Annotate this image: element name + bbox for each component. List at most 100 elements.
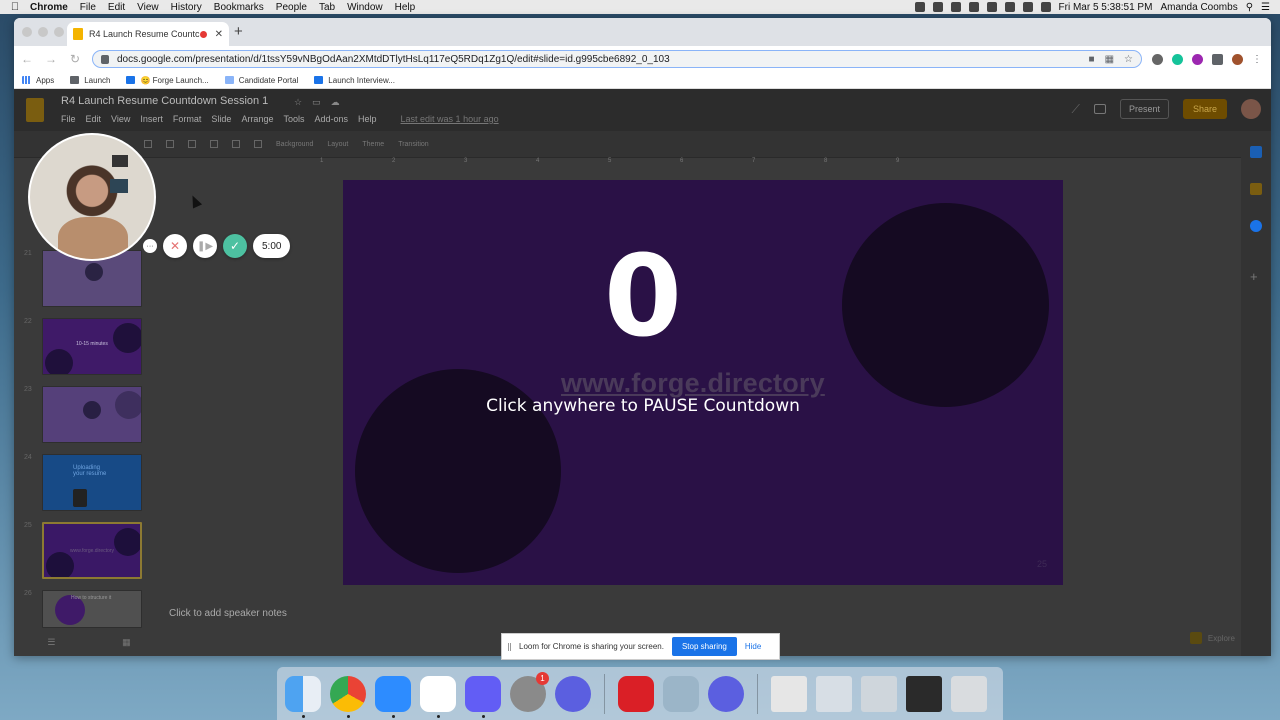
grammarly-icon[interactable] — [1172, 53, 1183, 65]
zoom-icon[interactable] — [375, 675, 411, 718]
loom-icon[interactable] — [465, 675, 501, 718]
comments-icon[interactable] — [1093, 104, 1106, 114]
window-thumb-icon[interactable] — [861, 675, 897, 712]
slides-menu-format[interactable]: Format — [173, 114, 202, 124]
slides-menu-arrange[interactable]: Arrange — [241, 114, 273, 124]
reload-button[interactable]: ↻ — [68, 52, 82, 66]
pause-recording-button[interactable]: ❚▶ — [193, 234, 217, 258]
speaker-notes-field[interactable]: Click to add speaker notes — [169, 608, 287, 619]
qr-icon[interactable]: ▦ — [1105, 54, 1114, 65]
window-thumb-icon[interactable] — [906, 675, 942, 712]
menu-help[interactable]: Help — [395, 2, 424, 13]
tasks-icon[interactable] — [1250, 220, 1262, 232]
control-center-icon[interactable]: ☰ — [1261, 2, 1270, 13]
document-title[interactable]: R4 Launch Resume Countdown Session 1 — [61, 95, 268, 107]
chrome-icon[interactable] — [330, 675, 366, 718]
back-button[interactable]: ← — [20, 52, 34, 66]
creative-cloud-icon[interactable] — [618, 675, 654, 712]
wifi-icon[interactable] — [1040, 2, 1051, 12]
slides-menu-view[interactable]: View — [111, 114, 130, 124]
display-status-icon[interactable] — [986, 2, 997, 12]
slides-menu-tools[interactable]: Tools — [283, 114, 304, 124]
background-button[interactable]: Background — [276, 141, 313, 148]
menu-app-name[interactable]: Chrome — [30, 2, 76, 13]
chrome-menu-icon[interactable]: ⋮ — [1252, 54, 1262, 65]
more-options-button[interactable]: ··· — [143, 239, 157, 253]
menu-view[interactable]: View — [137, 2, 167, 13]
pause-countdown-text[interactable]: Click anywhere to PAUSE Countdown — [343, 396, 943, 416]
minimize-window-button[interactable] — [38, 27, 48, 37]
info-status-icon[interactable] — [968, 2, 979, 12]
battery-icon[interactable] — [1004, 2, 1015, 12]
layout-button[interactable]: Layout — [327, 141, 348, 148]
slides-menu-insert[interactable]: Insert — [140, 114, 163, 124]
star-icon[interactable]: ☆ — [294, 97, 302, 108]
zoom-window-button[interactable] — [54, 27, 64, 37]
forward-button[interactable]: → — [44, 52, 58, 66]
select-tool-icon[interactable] — [144, 140, 152, 148]
slide-thumbnail[interactable] — [42, 386, 142, 443]
last-edit-link[interactable]: Last edit was 1 hour ago — [401, 114, 499, 124]
present-button[interactable]: Present — [1119, 99, 1169, 119]
activity-trend-icon[interactable]: ⟋ — [1072, 102, 1080, 117]
move-folder-icon[interactable]: ▭ — [312, 97, 321, 108]
loom-extension-icon[interactable] — [1192, 53, 1203, 65]
bookmark-apps[interactable]: Apps — [22, 76, 54, 85]
stop-sharing-button[interactable]: Stop sharing — [671, 637, 737, 656]
grid-view-icon[interactable]: ▦ — [122, 637, 131, 648]
spotlight-icon[interactable]: ⚲ — [1246, 2, 1253, 13]
cloud-status-icon[interactable]: ☁ — [331, 97, 340, 108]
zoom-status-icon[interactable] — [932, 2, 943, 12]
menu-window[interactable]: Window — [347, 2, 391, 13]
menu-tab[interactable]: Tab — [319, 2, 343, 13]
apple-icon[interactable]:  — [0, 1, 30, 13]
finish-recording-button[interactable]: ✓ — [223, 234, 247, 258]
slides-menu-file[interactable]: File — [61, 114, 76, 124]
menu-people[interactable]: People — [276, 2, 315, 13]
bookmark-forge-launch[interactable]: 😊 Forge Launch... — [126, 76, 209, 85]
extension-info-icon[interactable] — [1152, 53, 1163, 65]
bookmark-launch-interview[interactable]: Launch Interview... — [314, 76, 395, 85]
slide-thumbnail-selected[interactable]: www.forge.directory — [42, 522, 142, 579]
new-tab-button[interactable]: + — [234, 23, 243, 40]
list-item[interactable]: 22 10-15 minutes — [14, 318, 164, 378]
website-link[interactable]: www.forge.directory — [561, 368, 825, 399]
loom-pinwheel-icon[interactable] — [555, 675, 591, 712]
preview-icon[interactable] — [663, 675, 699, 712]
list-item[interactable]: 23 — [14, 386, 164, 446]
menu-history[interactable]: History — [171, 2, 210, 13]
list-item[interactable]: 24 Uploading your resume — [14, 454, 164, 514]
extensions-puzzle-icon[interactable] — [1212, 53, 1223, 65]
line-tool-icon[interactable] — [232, 140, 240, 148]
transition-button[interactable]: Transition — [398, 141, 428, 148]
slides-menu-edit[interactable]: Edit — [86, 114, 102, 124]
slides-menu-slide[interactable]: Slide — [211, 114, 231, 124]
address-bar[interactable]: docs.google.com/presentation/d/1tssY59vN… — [92, 50, 1142, 68]
hide-button[interactable]: Hide — [745, 642, 761, 651]
system-preferences-icon[interactable]: 1 — [510, 671, 549, 712]
keep-icon[interactable] — [1250, 183, 1262, 195]
slack-icon[interactable] — [420, 675, 456, 718]
add-addon-icon[interactable]: + — [1250, 270, 1262, 283]
close-window-button[interactable] — [22, 27, 32, 37]
clock[interactable]: Fri Mar 5 5:38:51 PM — [1059, 2, 1153, 13]
cancel-recording-button[interactable]: ✕ — [163, 234, 187, 258]
comment-tool-icon[interactable] — [254, 140, 262, 148]
countdown-number[interactable]: 0 — [343, 232, 943, 362]
calendar-icon[interactable] — [1250, 146, 1262, 158]
textbox-tool-icon[interactable] — [166, 140, 174, 148]
theme-button[interactable]: Theme — [362, 141, 384, 148]
microphone-icon[interactable] — [914, 2, 925, 12]
bookmark-launch[interactable]: Launch — [70, 76, 110, 85]
slides-menu-help[interactable]: Help — [358, 114, 377, 124]
share-button[interactable]: Share — [1182, 99, 1227, 119]
settings-status-icon[interactable] — [950, 2, 961, 12]
menu-bookmarks[interactable]: Bookmarks — [214, 2, 272, 13]
list-view-icon[interactable]: ☰ — [47, 637, 55, 648]
slide-thumbnail[interactable]: Uploading your resume — [42, 454, 142, 511]
trash-icon[interactable] — [951, 675, 987, 712]
file-icon[interactable] — [771, 675, 807, 712]
menu-edit[interactable]: Edit — [108, 2, 133, 13]
image-tool-icon[interactable] — [188, 140, 196, 148]
slides-menu-addons[interactable]: Add-ons — [314, 114, 348, 124]
